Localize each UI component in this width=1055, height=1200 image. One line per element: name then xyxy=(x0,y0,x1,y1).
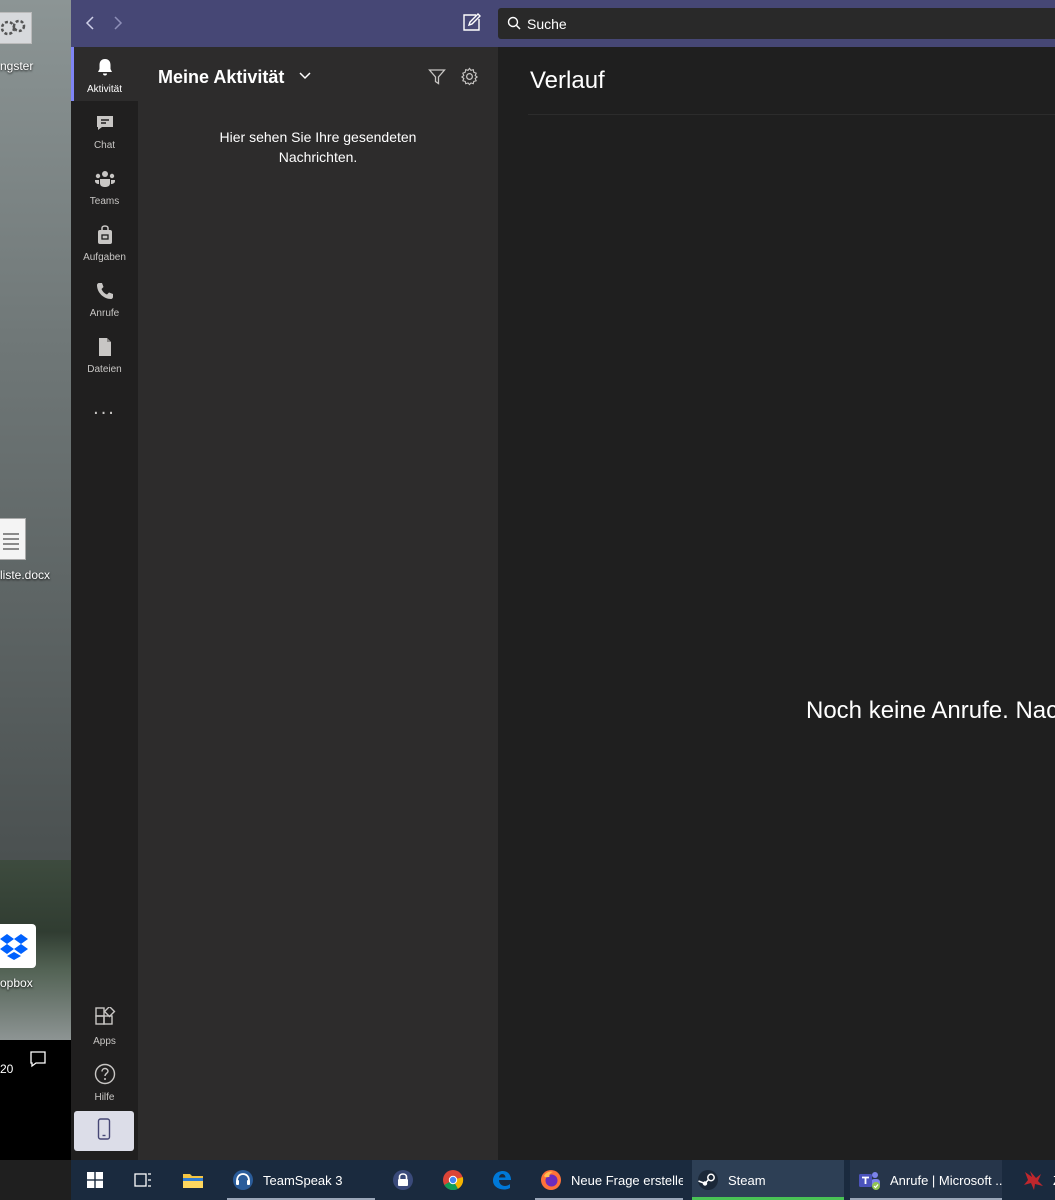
apps-icon xyxy=(94,1005,116,1032)
tasks-bag-icon xyxy=(95,225,115,248)
settings-shortcut-icon[interactable] xyxy=(0,12,32,44)
filter-icon[interactable] xyxy=(428,68,446,91)
taskbar-item-label: Neue Frage erstelle... xyxy=(571,1172,683,1188)
rail-item-label: Apps xyxy=(93,1036,116,1047)
mobile-phone-icon xyxy=(97,1117,111,1145)
chevron-right-icon[interactable] xyxy=(108,12,128,34)
calls-empty-message: Noch keine Anrufe. Nac xyxy=(806,697,1055,724)
rail-item-aufgaben[interactable]: Aufgaben xyxy=(71,215,138,269)
teams-app-icon xyxy=(858,1168,882,1192)
rail-item-label: Aufgaben xyxy=(83,252,126,263)
file-icon xyxy=(95,337,115,360)
firefox-icon xyxy=(539,1168,563,1192)
chat-icon xyxy=(95,113,115,136)
rail-item-anrufe[interactable]: Anrufe xyxy=(71,271,138,325)
taskbar-item-teamspeak[interactable]: TeamSpeak 3 xyxy=(227,1160,375,1200)
taskbar-item-label: Anrufe | Microsoft ... xyxy=(890,1172,1002,1188)
rail-item-dateien[interactable]: Dateien xyxy=(71,327,138,381)
rail-item-label: Hilfe xyxy=(94,1092,115,1103)
rail-item-aktivitaet[interactable]: Aktivität xyxy=(71,47,138,101)
header-divider xyxy=(528,114,1055,115)
taskbar-keepass-button[interactable] xyxy=(391,1160,415,1200)
desktop-icon-label: liste.docx xyxy=(0,568,51,582)
rail-item-label: Dateien xyxy=(87,364,122,375)
rail-item-label: Aktivität xyxy=(86,84,122,95)
lock-icon xyxy=(391,1168,415,1192)
rail-item-hilfe[interactable]: Hilfe xyxy=(71,1053,138,1107)
main-content: Verlauf Noch keine Anrufe. Nac xyxy=(498,47,1055,1160)
taskbar-item-label: Steam xyxy=(728,1172,766,1188)
desktop-icon-label: ngster xyxy=(0,59,34,73)
teams-icon xyxy=(94,169,116,192)
bell-icon xyxy=(95,57,115,80)
activity-feed-title[interactable]: Meine Aktivität xyxy=(158,67,284,88)
taskbar-item-steam[interactable]: Steam xyxy=(692,1160,844,1200)
edge-icon xyxy=(490,1168,514,1192)
desktop-background: ngster liste.docx opbox xyxy=(0,0,71,1160)
folder-icon xyxy=(181,1168,205,1192)
compose-icon[interactable] xyxy=(461,13,481,33)
help-icon xyxy=(94,1063,116,1088)
windows-taskbar: TeamSpeak 3 Neue Frage erstelle... Steam xyxy=(71,1160,1055,1200)
search-icon xyxy=(507,16,521,35)
task-view-icon xyxy=(131,1168,155,1192)
taskbar-item-teams[interactable]: Anrufe | Microsoft ... xyxy=(850,1160,1002,1200)
gear-icon[interactable] xyxy=(460,67,479,91)
rail-item-chat[interactable]: Chat xyxy=(71,103,138,157)
docx-file-icon[interactable] xyxy=(0,518,26,560)
task-view-button[interactable] xyxy=(131,1160,155,1200)
chevron-left-icon[interactable] xyxy=(80,12,100,34)
taskbar-item-label: TeamSpeak 3 xyxy=(263,1172,343,1188)
page-title: Verlauf xyxy=(530,67,605,94)
taskbar-item-firefox[interactable]: Neue Frage erstelle... xyxy=(535,1160,683,1200)
app-red-icon xyxy=(1021,1168,1045,1192)
dropbox-icon[interactable] xyxy=(0,924,36,968)
activity-empty-message: Hier sehen Sie Ihre gesendeten Nachricht… xyxy=(219,129,417,165)
file-explorer-button[interactable] xyxy=(181,1160,205,1200)
search-box[interactable] xyxy=(498,8,1055,39)
rail-item-label: Teams xyxy=(89,196,120,207)
start-button[interactable] xyxy=(83,1160,107,1200)
steam-icon xyxy=(696,1168,720,1192)
more-apps-icon[interactable]: ... xyxy=(71,397,138,420)
taskbar-chrome-button[interactable] xyxy=(441,1160,465,1200)
rail-item-label: Anrufe xyxy=(89,308,120,319)
taskbar-item-z[interactable]: Z xyxy=(1019,1160,1055,1200)
rail-item-label: Chat xyxy=(93,140,116,151)
app-rail: Aktivität Chat Teams Aufgaben Anrufe Dat… xyxy=(71,47,138,1160)
search-input[interactable] xyxy=(527,14,1027,34)
clock-fragment[interactable]: 20 xyxy=(0,1062,13,1076)
phone-icon xyxy=(95,281,115,304)
chevron-down-icon[interactable] xyxy=(298,69,312,88)
windows-logo-icon xyxy=(83,1168,107,1192)
chrome-icon xyxy=(441,1168,465,1192)
desktop-icon-label: opbox xyxy=(0,976,33,990)
rail-item-teams[interactable]: Teams xyxy=(71,159,138,213)
teamspeak-icon xyxy=(231,1168,255,1192)
mobile-device-button[interactable] xyxy=(74,1111,134,1151)
activity-panel: Meine Aktivität Hier sehen Sie Ihre gese… xyxy=(138,47,498,1160)
rail-item-apps[interactable]: Apps xyxy=(71,997,138,1051)
title-bar xyxy=(71,0,1055,47)
notification-icon[interactable] xyxy=(29,1050,47,1073)
taskbar-edge-button[interactable] xyxy=(490,1160,514,1200)
